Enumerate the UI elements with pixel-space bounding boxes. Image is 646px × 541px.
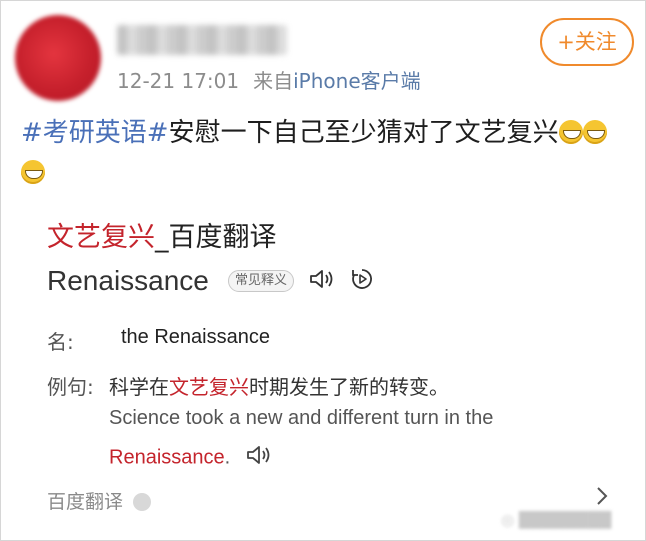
grin-emoji-icon bbox=[582, 120, 607, 144]
grin-emoji-icon bbox=[21, 160, 45, 184]
card-title: 文艺复兴_百度翻译 bbox=[47, 215, 277, 254]
common-meaning-badge: 常见释义 bbox=[227, 270, 294, 292]
chevron-right-icon[interactable] bbox=[595, 485, 609, 511]
example-english-line2: Renaissance. bbox=[109, 444, 272, 472]
avatar[interactable] bbox=[15, 15, 101, 101]
post-body: 安慰一下自己至少猜对了文艺复兴 bbox=[168, 118, 559, 148]
post-time: 12-21 17:01 bbox=[117, 69, 240, 93]
follow-button[interactable]: +关注 bbox=[540, 18, 634, 66]
part-of-speech-label: 名: bbox=[47, 330, 74, 354]
username-blurred[interactable] bbox=[117, 25, 287, 55]
source-logo-icon bbox=[133, 493, 152, 511]
source-prefix: 来自 bbox=[253, 69, 294, 93]
example-english-line1: Science took a new and different turn in… bbox=[109, 407, 494, 429]
card-title-keyword: 文艺复兴 bbox=[47, 222, 155, 253]
grin-emoji-icon bbox=[558, 120, 583, 144]
watermark: ◎ ████████ bbox=[501, 511, 612, 529]
card-footer: 百度翻译 bbox=[47, 487, 152, 514]
word-row: Renaissance 常见释义 bbox=[47, 265, 374, 305]
card-title-rest: _百度翻译 bbox=[155, 222, 277, 253]
translation-card[interactable]: 文艺复兴_百度翻译 Renaissance 常见释义 名: the Renais… bbox=[23, 193, 629, 529]
example-chinese: 科学在文艺复兴时期发生了新的转变。 bbox=[109, 375, 449, 399]
example-speaker-icon[interactable] bbox=[246, 444, 272, 472]
headword: Renaissance bbox=[47, 265, 209, 296]
definition-value: the Renaissance bbox=[121, 326, 270, 348]
hashtag-link[interactable]: #考研英语# bbox=[21, 118, 169, 148]
weibo-post: 12-21 17:01 来自iPhone客户端 +关注 #考研英语#安慰一下自己至… bbox=[0, 0, 646, 541]
speaker-icon[interactable] bbox=[309, 268, 335, 294]
post-source[interactable]: iPhone客户端 bbox=[293, 69, 421, 93]
post-meta: 12-21 17:01 来自iPhone客户端 bbox=[117, 65, 421, 94]
card-source: 百度翻译 bbox=[47, 491, 124, 513]
replay-audio-icon[interactable] bbox=[350, 267, 374, 295]
post-text: #考研英语#安慰一下自己至少猜对了文艺复兴 bbox=[21, 113, 631, 193]
example-label: 例句: bbox=[47, 375, 94, 399]
